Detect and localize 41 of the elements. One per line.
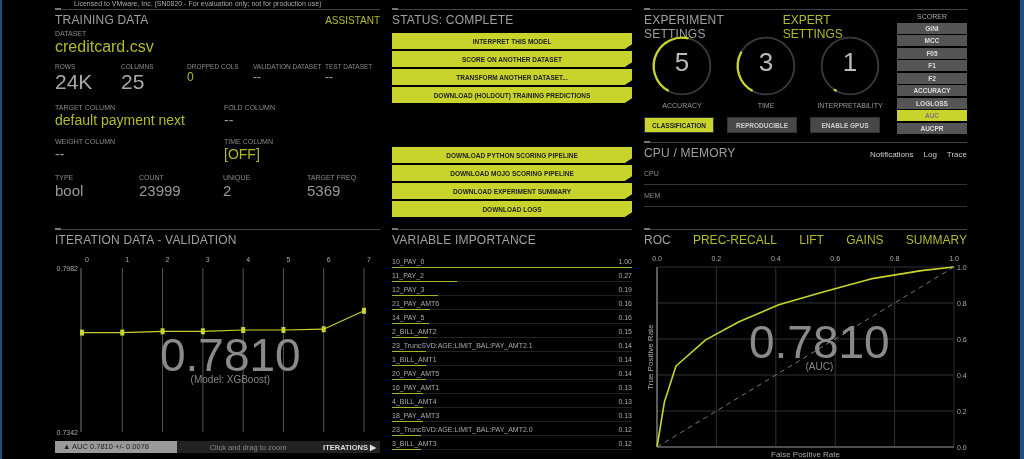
panel-title: ITERATION DATA - VALIDATION bbox=[55, 233, 237, 247]
panel-title: TRAINING DATA bbox=[55, 13, 149, 27]
stat-value: 25 bbox=[121, 70, 146, 94]
panel-title: VARIABLE IMPORTANCE bbox=[392, 233, 536, 247]
status-title: STATUS: COMPLETE bbox=[392, 13, 514, 27]
panel-link[interactable]: Trace bbox=[946, 149, 967, 159]
panel-link[interactable]: Log bbox=[923, 149, 937, 159]
field-value: 23999 bbox=[139, 182, 182, 199]
panel-link[interactable]: Notifications bbox=[869, 149, 914, 159]
chart-tab[interactable]: ROC bbox=[644, 232, 671, 247]
dial-value: 3 bbox=[758, 47, 774, 78]
expert-settings-link[interactable]: EXPERT SETTINGS bbox=[782, 13, 889, 41]
auc-value: 0.7810 bbox=[749, 323, 890, 361]
chart-tab[interactable]: LIFT bbox=[799, 232, 824, 247]
dial-value: 5 bbox=[674, 47, 690, 78]
score-marker bbox=[362, 307, 366, 314]
field-value: 5369 bbox=[307, 182, 342, 199]
chart-tab[interactable]: PREC-RECALL bbox=[692, 232, 777, 247]
y-axis-label: True Positive Rate bbox=[646, 324, 655, 390]
chart-tab[interactable]: SUMMARY bbox=[905, 232, 967, 247]
field-value: bool bbox=[55, 182, 85, 199]
panel-title: EXPERIMENT SETTINGS bbox=[644, 13, 725, 41]
field-value: -- bbox=[55, 146, 66, 162]
stat-value: -- bbox=[253, 70, 262, 84]
field-value: 2 bbox=[223, 182, 233, 199]
score-marker bbox=[80, 329, 84, 336]
dataset-name: creditcard.csv bbox=[55, 38, 155, 56]
field-value: -- bbox=[224, 112, 235, 128]
dial-value: 1 bbox=[842, 47, 858, 78]
score-marker bbox=[120, 329, 125, 336]
chart-tab[interactable]: GAINS bbox=[846, 232, 884, 247]
stat-value: -- bbox=[325, 70, 334, 84]
assistant-link[interactable]: ASSISTANT bbox=[325, 15, 380, 26]
x-axis-label: False Positive Rate bbox=[771, 450, 840, 459]
panel-title: CPU / MEMORY bbox=[644, 145, 736, 160]
field-value: [OFF] bbox=[224, 146, 261, 162]
stat-value: 24K bbox=[55, 70, 94, 94]
stat-value: 0 bbox=[187, 70, 195, 84]
auc-label: (AUC) bbox=[805, 361, 834, 372]
score-marker bbox=[321, 326, 326, 333]
field-value: default payment next bbox=[55, 112, 186, 128]
